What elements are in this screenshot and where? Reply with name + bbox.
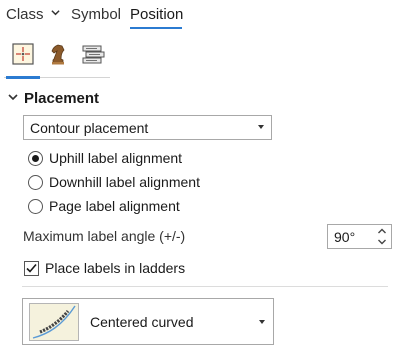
placement-section-header[interactable]: Placement	[8, 90, 99, 108]
radio-button[interactable]	[28, 198, 43, 214]
radio-label: Uphill label alignment	[49, 150, 183, 166]
subtab-placement[interactable]	[10, 41, 36, 67]
placement-style-dropdown[interactable]: Centered curved	[22, 298, 274, 345]
place-labels-in-ladders-checkbox[interactable]: Place labels in ladders	[24, 258, 185, 278]
dropdown-arrow-icon	[258, 125, 264, 129]
radio-page-alignment[interactable]: Page label alignment	[28, 196, 180, 216]
placement-type-value: Contour placement	[30, 120, 149, 136]
checkbox[interactable]	[24, 260, 39, 276]
active-subtab-indicator	[6, 76, 40, 79]
max-label-angle-value: 90°	[334, 229, 356, 245]
tab-symbol-label: Symbol	[71, 6, 122, 23]
centered-curved-preview	[29, 303, 79, 341]
tab-symbol[interactable]: Symbol	[71, 6, 121, 23]
placement-header-label: Placement	[24, 90, 100, 107]
stacked-labels-icon	[82, 45, 105, 64]
max-label-angle-label: Maximum label angle (+/-)	[23, 228, 186, 244]
divider	[22, 286, 388, 287]
radio-downhill-alignment[interactable]: Downhill label alignment	[28, 172, 200, 192]
chevron-up-icon[interactable]	[377, 226, 387, 236]
tab-class[interactable]: Class	[6, 6, 60, 23]
tab-bar: Class Symbol Position	[0, 0, 400, 34]
chevron-down-icon	[50, 10, 60, 16]
radio-label: Page label alignment	[49, 198, 180, 214]
dropdown-arrow-icon	[259, 320, 265, 324]
subtab-fitting-strategy[interactable]	[80, 41, 106, 67]
placement-frame-icon	[12, 43, 34, 65]
radio-button[interactable]	[28, 174, 43, 190]
checkmark-icon	[26, 263, 37, 273]
radio-button-checked[interactable]	[28, 150, 43, 166]
max-label-angle-stepper[interactable]: 90°	[327, 224, 392, 249]
chess-knight-icon	[51, 44, 65, 65]
chevron-down-icon[interactable]	[377, 237, 387, 247]
radio-label: Downhill label alignment	[49, 174, 200, 190]
tab-class-label: Class	[6, 6, 44, 23]
curved-label-preview-icon	[32, 305, 76, 339]
chevron-down-icon	[8, 94, 18, 101]
checkbox-label: Place labels in ladders	[45, 260, 186, 276]
subtab-conflict-resolution[interactable]	[45, 41, 71, 67]
position-subtabs	[0, 37, 112, 79]
radio-uphill-alignment[interactable]: Uphill label alignment	[28, 148, 182, 168]
placement-style-value: Centered curved	[90, 314, 194, 330]
placement-type-dropdown[interactable]: Contour placement	[23, 115, 272, 140]
tab-position[interactable]: Position	[130, 6, 183, 23]
active-tab-indicator	[130, 27, 182, 29]
tab-position-label: Position	[130, 6, 184, 23]
